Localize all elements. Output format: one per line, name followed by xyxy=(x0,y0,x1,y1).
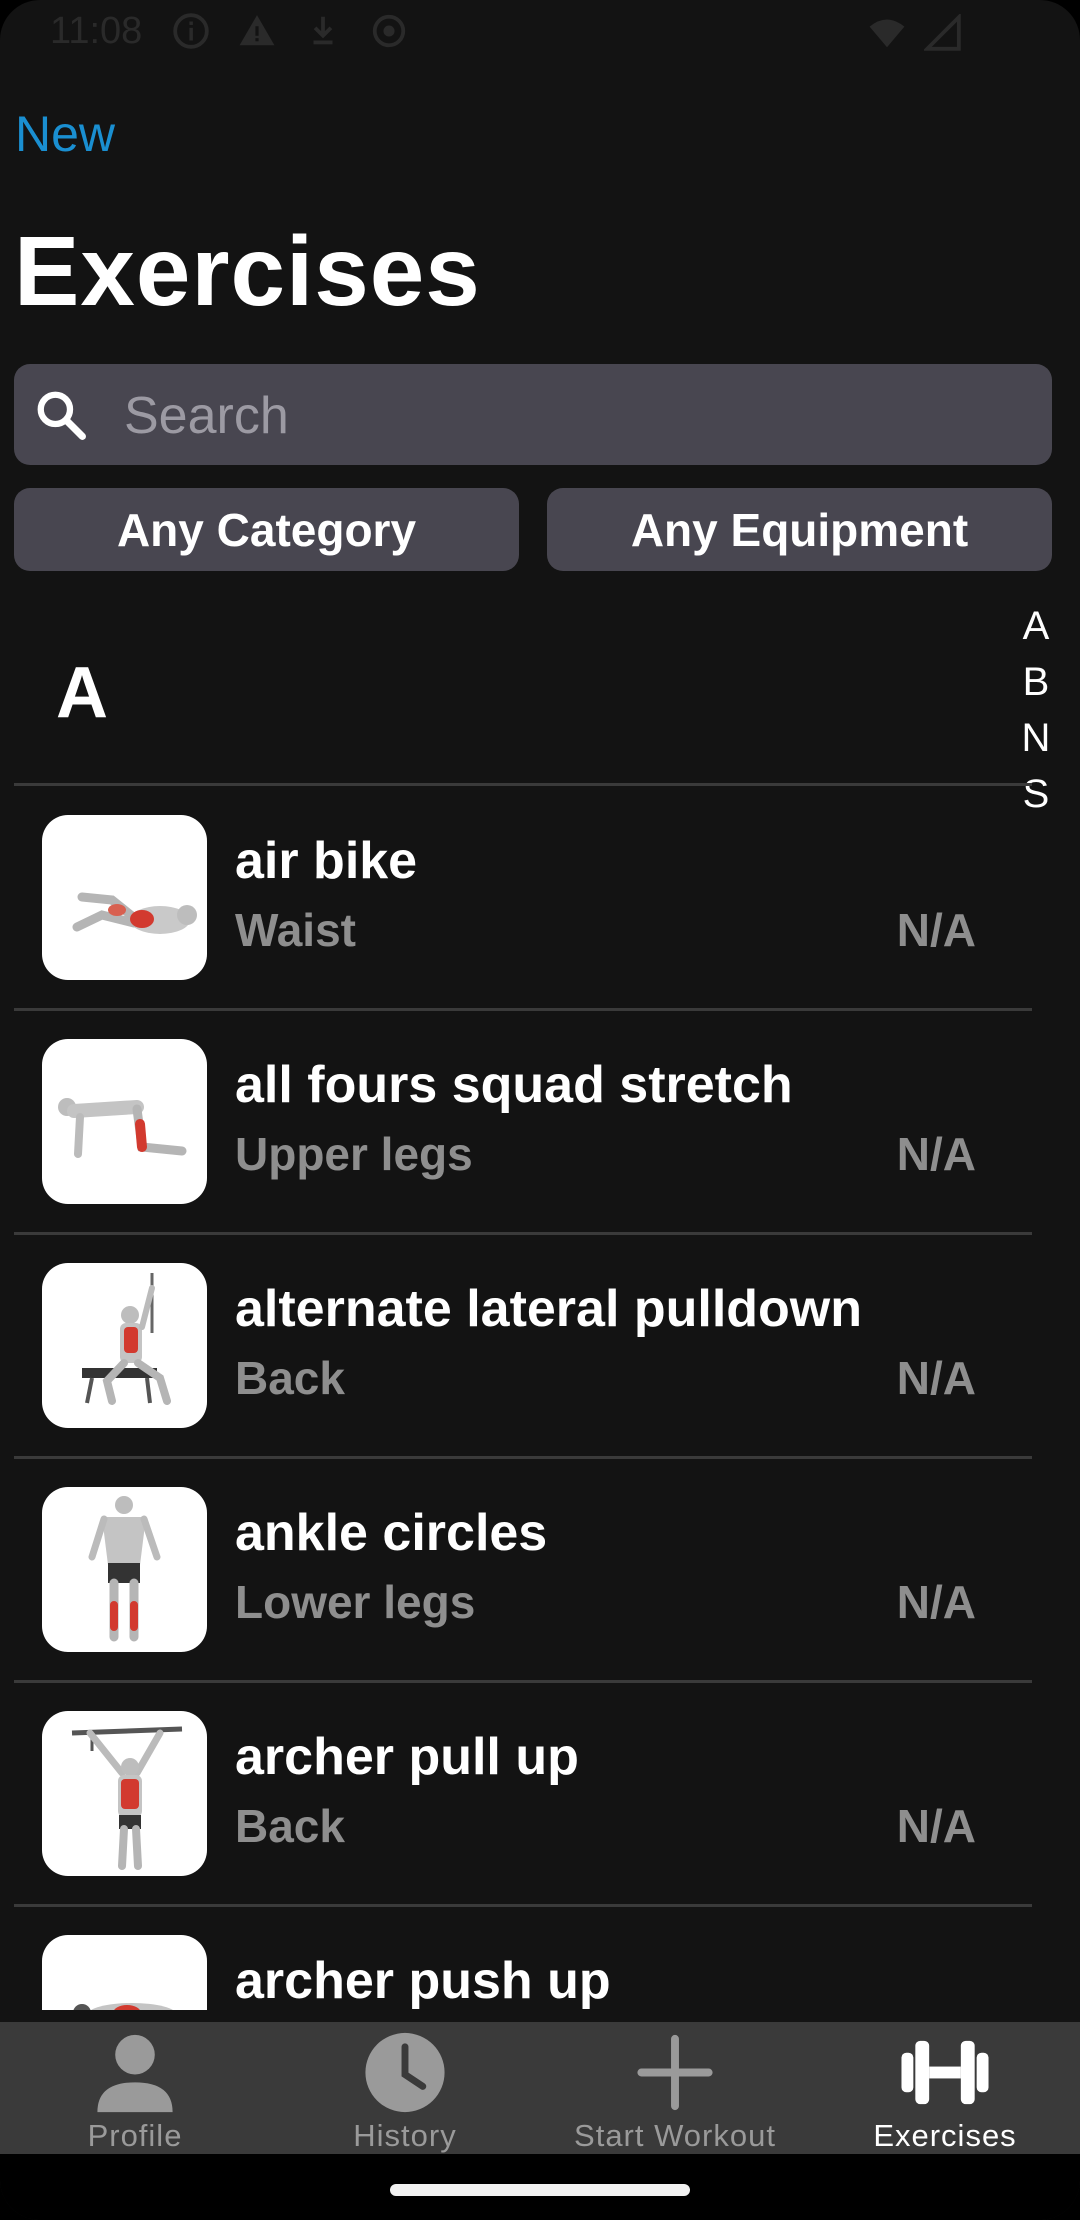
tab-exercises[interactable]: Exercises xyxy=(810,2022,1080,2154)
person-icon xyxy=(97,2034,173,2113)
exercise-row-ankle-circles[interactable]: ankle circles Lower legs N/A xyxy=(0,1459,1080,1683)
exercise-thumbnail xyxy=(42,815,207,980)
tab-label: Profile xyxy=(87,2118,183,2153)
exercise-equipment: N/A xyxy=(896,904,976,956)
archer-pull-up-figure-icon xyxy=(71,1726,183,1870)
warning-icon xyxy=(239,15,275,46)
exercise-equipment: N/A xyxy=(896,1352,976,1404)
exercise-thumbnail xyxy=(42,1935,207,2010)
lateral-pulldown-figure-icon xyxy=(82,1273,171,1405)
plus-icon xyxy=(637,2034,713,2111)
index-letter-n[interactable]: N xyxy=(1022,710,1051,766)
ankle-circles-figure-icon xyxy=(88,1496,161,1642)
tab-history[interactable]: History xyxy=(270,2022,540,2154)
wifi-icon xyxy=(869,19,905,48)
exercise-list[interactable]: air bike Waist N/A all fours squad stret… xyxy=(0,787,1080,2010)
exercise-category: Waist xyxy=(235,904,356,956)
exercise-category: Back xyxy=(235,1352,345,1404)
tab-label: History xyxy=(353,2118,457,2153)
all-fours-stretch-figure-icon xyxy=(58,1098,187,1158)
exercise-name: ankle circles xyxy=(235,1504,548,1562)
dumbbell-icon xyxy=(901,2040,989,2105)
new-exercise-button[interactable]: New xyxy=(15,105,115,163)
exercise-category: Upper legs xyxy=(235,1128,473,1180)
exercise-thumbnail xyxy=(42,1039,207,1204)
status-notification-icons xyxy=(172,12,408,50)
section-divider xyxy=(14,783,1032,786)
exercise-thumbnail xyxy=(42,1263,207,1428)
download-icon xyxy=(313,16,333,45)
signal-icon xyxy=(924,14,961,51)
exercise-name: air bike xyxy=(235,832,418,890)
status-bar: 11:08 xyxy=(0,0,1080,68)
system-navigation-bar xyxy=(0,2154,1080,2220)
index-letter-a[interactable]: A xyxy=(1023,598,1050,654)
page-title: Exercises xyxy=(14,216,481,326)
sync-icon xyxy=(372,14,406,48)
status-time: 11:08 xyxy=(50,10,143,52)
equipment-filter-button[interactable]: Any Equipment xyxy=(547,488,1052,571)
tab-label: Exercises xyxy=(873,2118,1017,2153)
index-letter-b[interactable]: B xyxy=(1023,654,1050,710)
exercise-name: all fours squad stretch xyxy=(235,1056,793,1114)
search-icon xyxy=(37,391,86,440)
exercise-category: Lower legs xyxy=(235,1576,476,1628)
exercise-row-archer-pull-up[interactable]: archer pull up Back N/A xyxy=(0,1683,1080,1907)
tab-profile[interactable]: Profile xyxy=(0,2022,270,2154)
exercise-equipment: N/A xyxy=(896,1576,976,1628)
status-system-icons xyxy=(868,14,962,52)
tab-start-workout[interactable]: Start Workout xyxy=(540,2022,810,2154)
exercise-thumbnail xyxy=(42,1711,207,1876)
exercise-row-archer-push-up[interactable]: archer push up xyxy=(0,1907,1080,2010)
exercise-category: Back xyxy=(235,1800,345,1852)
exercise-thumbnail xyxy=(42,1487,207,1652)
exercise-row-alternate-lateral-pulldown[interactable]: alternate lateral pulldown Back N/A xyxy=(0,1235,1080,1459)
app-screen: 11:08 New Exercises Any Category Any Equ… xyxy=(0,0,1080,2220)
section-header: A xyxy=(56,653,108,733)
home-gesture-handle[interactable] xyxy=(390,2184,690,2196)
tab-label: Start Workout xyxy=(574,2118,776,2153)
exercise-name: alternate lateral pulldown xyxy=(235,1280,863,1338)
exercise-equipment: N/A xyxy=(896,1800,976,1852)
bottom-tab-bar: Profile History Start Workout Exercises xyxy=(0,2022,1080,2154)
archer-push-up-figure-icon xyxy=(73,2003,173,2010)
category-filter-button[interactable]: Any Category xyxy=(14,488,519,571)
exercise-equipment: N/A xyxy=(896,1128,976,1180)
air-bike-figure-icon xyxy=(72,892,197,934)
search-bar[interactable] xyxy=(14,364,1052,467)
exercise-row-all-fours-squad-stretch[interactable]: all fours squad stretch Upper legs N/A xyxy=(0,1011,1080,1235)
exercise-row-air-bike[interactable]: air bike Waist N/A xyxy=(0,787,1080,1011)
exercise-name: archer push up xyxy=(235,1952,611,2010)
info-icon xyxy=(173,13,209,49)
exercise-name: archer pull up xyxy=(235,1728,579,1786)
search-input[interactable] xyxy=(122,364,1026,467)
clock-icon xyxy=(365,2032,445,2113)
